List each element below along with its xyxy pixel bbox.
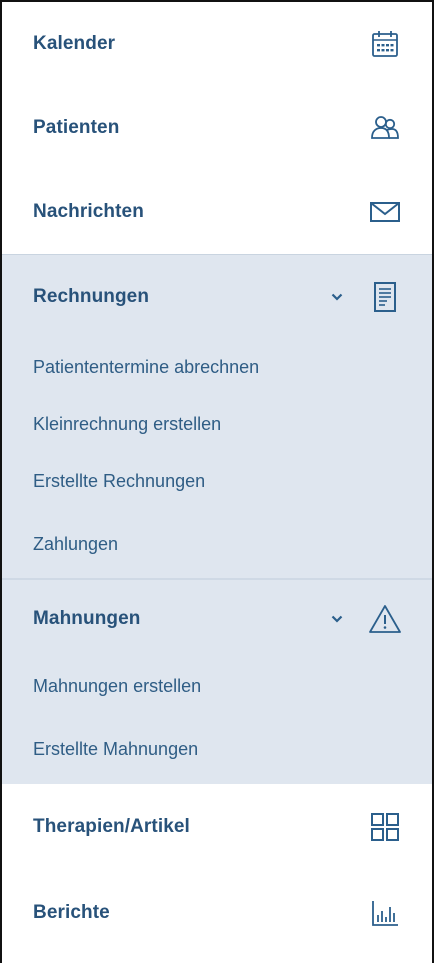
nav-item-label: Patienten — [33, 117, 120, 138]
nav-item-label: Therapien/Artikel — [33, 816, 190, 837]
nav-item-nachrichten[interactable]: Nachrichten — [2, 170, 432, 254]
calendar-icon — [368, 27, 402, 61]
subitem-kleinrechnung-erstellen[interactable]: Kleinrechnung erstellen — [2, 396, 432, 453]
nav-item-label: Rechnungen — [33, 286, 150, 307]
nav-item-patienten[interactable]: Patienten — [2, 86, 432, 170]
nav-item-kalender[interactable]: Kalender — [2, 2, 432, 86]
grid-icon — [368, 810, 402, 844]
sidebar-nav: Kalender Patienten Nachrichten Rechnunge… — [0, 0, 434, 963]
nav-item-therapien-artikel[interactable]: Therapien/Artikel — [2, 784, 432, 870]
bar-chart-icon — [368, 896, 402, 930]
nav-item-label: Berichte — [33, 902, 110, 923]
nav-item-label: Nachrichten — [33, 201, 144, 222]
chevron-down-icon[interactable] — [330, 612, 344, 626]
nav-item-label: Mahnungen — [33, 608, 141, 629]
subitem-zahlungen[interactable]: Zahlungen — [2, 510, 432, 578]
nav-group-mahnungen: Mahnungen Mahnungen erstellen Erstellte … — [2, 578, 432, 784]
nav-item-label: Kalender — [33, 33, 116, 54]
chevron-down-icon[interactable] — [330, 290, 344, 304]
invoice-icon — [368, 280, 402, 314]
subitem-mahnungen-erstellen[interactable]: Mahnungen erstellen — [2, 658, 432, 715]
subitem-erstellte-rechnungen[interactable]: Erstellte Rechnungen — [2, 453, 432, 510]
users-icon — [368, 111, 402, 145]
subitem-erstellte-mahnungen[interactable]: Erstellte Mahnungen — [2, 715, 432, 784]
nav-item-berichte[interactable]: Berichte — [2, 870, 432, 956]
subitem-patiententermine-abrechnen[interactable]: Patiententermine abrechnen — [2, 339, 432, 396]
nav-group-rechnungen: Rechnungen Patiententermine abrechnen Kl… — [2, 254, 432, 578]
warning-icon — [368, 602, 402, 636]
nav-item-rechnungen[interactable]: Rechnungen — [2, 255, 432, 339]
nav-item-mahnungen[interactable]: Mahnungen — [2, 580, 432, 658]
envelope-icon — [368, 195, 402, 229]
